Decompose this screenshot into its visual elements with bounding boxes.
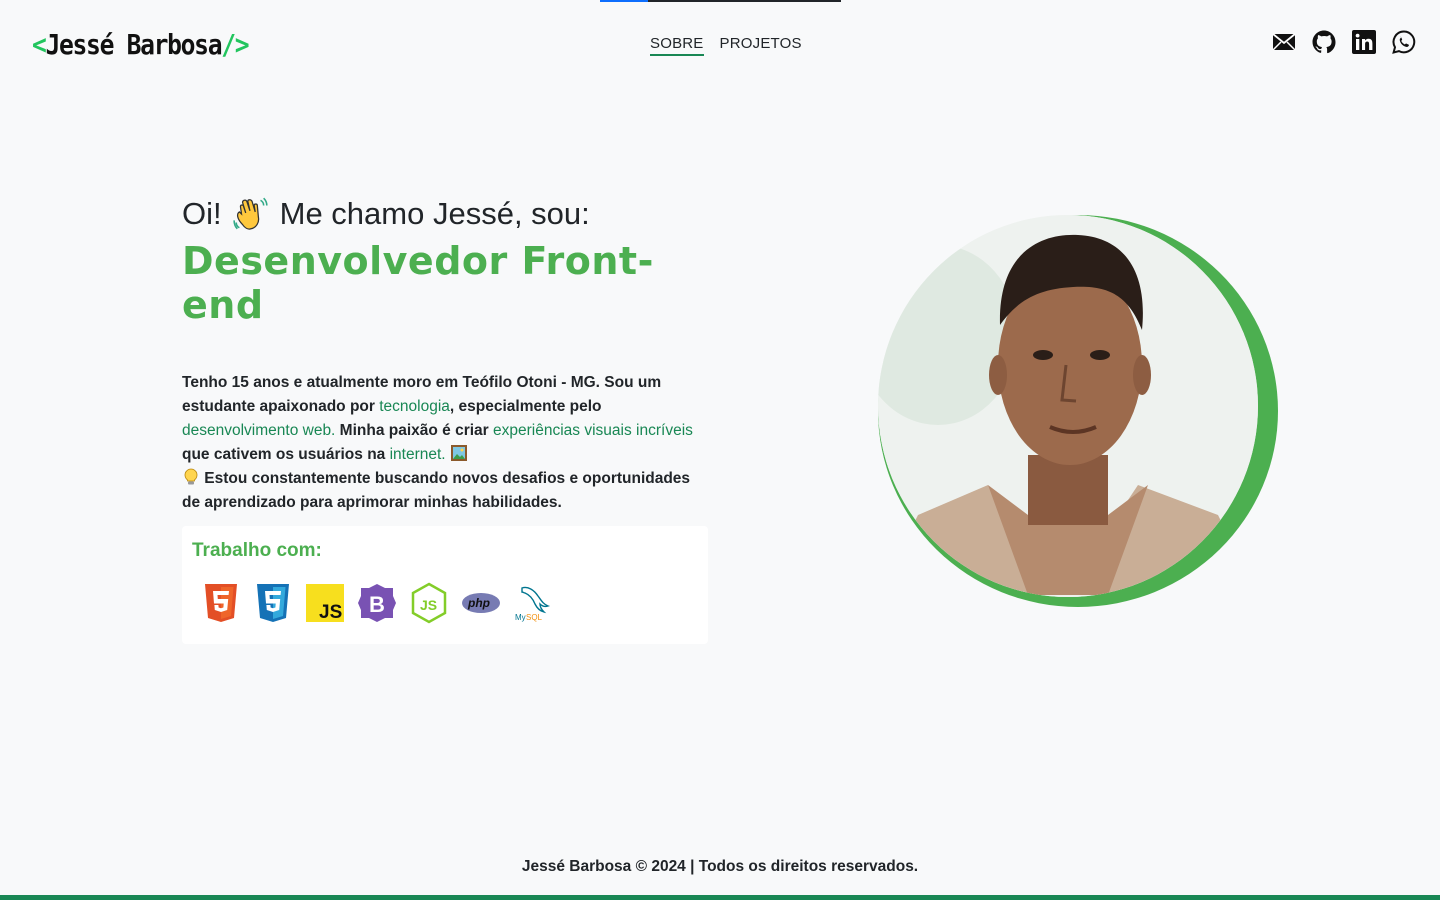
nav-sobre[interactable]: SOBRE — [650, 35, 704, 56]
svg-text:B: B — [369, 592, 385, 617]
bio-highlight: desenvolvimento web. — [182, 422, 336, 439]
waving-hand-icon — [232, 195, 270, 233]
css3-icon — [254, 582, 292, 624]
site-logo[interactable]: < Jessé Barbosa /> — [32, 24, 250, 64]
footer-accent-bar — [0, 895, 1440, 900]
footer-copyright: Jessé Barbosa © 2024 | Todos os direitos… — [521, 858, 919, 875]
logo-close-bracket: /> — [221, 27, 249, 61]
profile-photo — [878, 215, 1258, 597]
site-header: < Jessé Barbosa /> SOBRE PROJETOS — [0, 0, 1440, 88]
bio-highlight: internet. — [389, 446, 446, 463]
mysql-icon: My SQL — [514, 582, 552, 624]
linkedin-icon[interactable] — [1352, 30, 1376, 54]
tech-stack-card: Trabalho com: JS B JS php My SQL — [182, 526, 708, 644]
logo-name: Jessé Barbosa — [45, 27, 223, 61]
job-role-title: Desenvolvedor Front-end — [182, 239, 654, 327]
bio-text: , especialmente pelo — [449, 398, 602, 415]
site-footer: Jessé Barbosa © 2024 | Todos os direitos… — [0, 858, 1440, 876]
hero-intro: Oi! Me chamo Jessé, sou: Desenvolvedor F… — [182, 195, 712, 515]
svg-text:JS: JS — [420, 597, 437, 613]
greeting: Oi! Me chamo Jessé, sou: — [182, 195, 712, 233]
light-bulb-icon — [182, 468, 200, 486]
mail-icon[interactable] — [1272, 30, 1296, 54]
logo-open-bracket: < — [32, 27, 47, 61]
javascript-icon: JS — [306, 582, 344, 624]
tech-stack-icons: JS B JS php My SQL — [192, 582, 698, 624]
svg-text:JS: JS — [319, 602, 342, 623]
bio-highlight: tecnologia — [379, 398, 450, 415]
bio-text: Estou constantemente buscando novos desa… — [182, 470, 691, 511]
bio-text: que cativem os usuários na — [182, 446, 390, 463]
social-links — [1272, 30, 1416, 54]
nodejs-icon: JS — [410, 582, 448, 624]
bio-paragraph: Tenho 15 anos e atualmente moro em Teófi… — [182, 371, 712, 515]
greeting-suffix: Me chamo Jessé, sou: — [279, 196, 590, 231]
svg-text:SQL: SQL — [526, 613, 543, 622]
greeting-prefix: Oi! — [182, 196, 222, 231]
bio-text: Minha paixão é criar — [335, 422, 494, 439]
html5-icon — [202, 582, 240, 624]
svg-text:My: My — [515, 613, 526, 622]
whatsapp-icon[interactable] — [1392, 30, 1416, 54]
nav-projetos[interactable]: PROJETOS — [720, 35, 802, 56]
framed-picture-icon — [450, 444, 468, 462]
tech-stack-title: Trabalho com: — [192, 540, 322, 561]
svg-text:php: php — [467, 596, 490, 610]
profile-photo-frame — [878, 215, 1278, 607]
bootstrap-icon: B — [358, 582, 396, 624]
github-icon[interactable] — [1312, 30, 1336, 54]
bio-highlight: experiências visuais incríveis — [493, 422, 693, 439]
main-nav: SOBRE PROJETOS — [650, 35, 802, 56]
php-icon: php — [462, 582, 500, 624]
